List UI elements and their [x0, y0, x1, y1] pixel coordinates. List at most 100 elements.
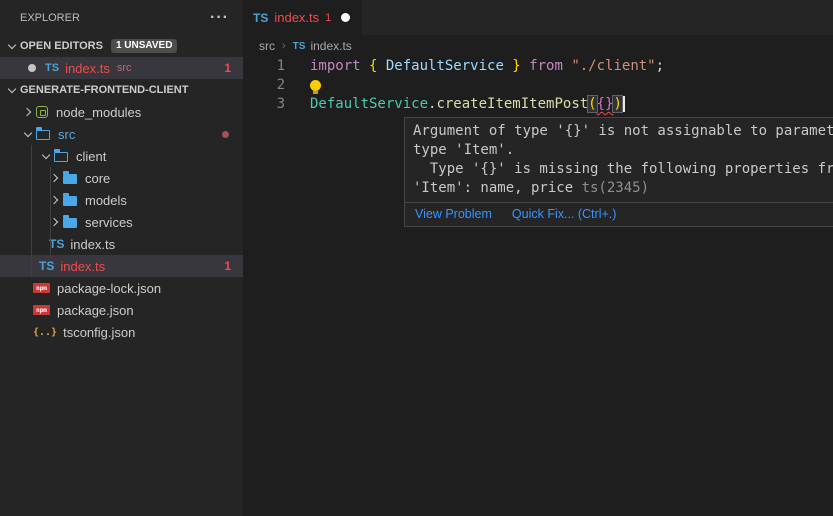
tab-error-count: 1: [325, 12, 331, 24]
tree-item-label: package-lock.json: [57, 281, 161, 296]
code-text: import { DefaultService } from "./client…: [285, 57, 664, 76]
open-editor-item-index-ts[interactable]: TS index.ts src 1: [0, 57, 243, 79]
chevron-down-icon: [4, 38, 20, 54]
tree-item-label: index.ts: [60, 259, 105, 274]
tree-item-tsconfig-json[interactable]: {..} tsconfig.json: [0, 321, 243, 343]
unsaved-badge: 1 UNSAVED: [111, 39, 178, 53]
tree-item-node-modules[interactable]: node_modules: [0, 101, 243, 123]
open-editors-section-header[interactable]: OPEN EDITORS 1 UNSAVED: [0, 35, 243, 57]
tree-item-label: node_modules: [56, 105, 141, 120]
token-class: DefaultService: [310, 96, 428, 112]
token-paren-matched: (: [588, 96, 596, 112]
tree-item-package-lock-json[interactable]: npm package-lock.json: [0, 277, 243, 299]
tree-item-label: src: [58, 127, 75, 142]
tree-item-client[interactable]: client: [0, 145, 243, 167]
code-line-2: 2: [243, 76, 833, 95]
open-editors-label: OPEN EDITORS: [20, 40, 103, 52]
indent-guide: [50, 167, 51, 255]
tab-index-ts[interactable]: TS index.ts 1: [243, 0, 362, 35]
token-error-argument: {}: [597, 96, 614, 112]
error-hover-popup: Argument of type '{}' is not assignable …: [404, 117, 833, 227]
text-cursor: [623, 96, 625, 112]
tree-item-client-index-ts[interactable]: TS index.ts: [0, 233, 243, 255]
line-number: 1: [243, 57, 285, 76]
token-keyword: import: [310, 58, 361, 74]
node-modules-folder-icon: [36, 106, 48, 118]
lightbulb-icon[interactable]: [310, 80, 321, 91]
typescript-file-icon: TS: [293, 41, 306, 52]
token-method: createItemItemPost: [436, 96, 588, 112]
typescript-file-icon: TS: [39, 259, 54, 273]
chevron-down-icon: [4, 82, 20, 98]
code-editor[interactable]: 1 import { DefaultService } from "./clie…: [243, 57, 833, 114]
more-actions-icon[interactable]: ···: [210, 13, 229, 23]
view-problem-link[interactable]: View Problem: [415, 207, 492, 221]
typescript-file-icon: TS: [45, 62, 59, 74]
tree-item-label: services: [85, 215, 133, 230]
explorer-title: EXPLORER: [20, 12, 80, 24]
token-paren-matched: ): [613, 96, 621, 112]
quick-fix-link[interactable]: Quick Fix... (Ctrl+.): [512, 207, 617, 221]
indent-guide: [31, 145, 32, 277]
workspace-section-header[interactable]: GENERATE-FRONTEND-CLIENT: [0, 79, 243, 101]
token-brace: {: [361, 58, 378, 74]
editor-area: TS index.ts 1 src › TS index.ts 1 import…: [243, 0, 833, 516]
error-count-badge: 1: [224, 259, 231, 273]
token-brace: }: [504, 58, 521, 74]
folder-icon: [63, 196, 77, 206]
breadcrumb: src › TS index.ts: [243, 35, 833, 57]
tree-item-label: core: [85, 171, 110, 186]
error-message-line: type 'Item'.: [413, 141, 833, 160]
code-text: DefaultService.createItemItemPost({}): [285, 95, 625, 114]
folder-icon: [63, 218, 77, 228]
vscode-window: EXPLORER ··· OPEN EDITORS 1 UNSAVED TS i…: [0, 0, 833, 516]
chevron-down-icon: [38, 148, 54, 164]
unsaved-dot-icon[interactable]: [341, 13, 350, 22]
tree-item-src[interactable]: src: [0, 123, 243, 145]
workspace-label: GENERATE-FRONTEND-CLIENT: [20, 84, 188, 96]
folder-icon: [63, 174, 77, 184]
npm-file-icon: npm: [33, 283, 50, 293]
chevron-right-icon: [20, 104, 36, 120]
tab-filename: index.ts: [274, 10, 319, 25]
breadcrumb-file[interactable]: index.ts: [310, 39, 351, 53]
npm-file-icon: npm: [33, 305, 50, 315]
tree-item-label: models: [85, 193, 127, 208]
tree-item-label: index.ts: [70, 237, 115, 252]
explorer-header: EXPLORER ···: [0, 0, 243, 35]
code-line-1: 1 import { DefaultService } from "./clie…: [243, 57, 833, 76]
breadcrumb-separator-icon: ›: [282, 40, 286, 52]
explorer-sidebar: EXPLORER ··· OPEN EDITORS 1 UNSAVED TS i…: [0, 0, 243, 516]
open-editor-filename: index.ts: [65, 61, 110, 76]
line-number: 2: [243, 76, 285, 95]
tree-item-label: tsconfig.json: [63, 325, 135, 340]
chevron-down-icon: [20, 126, 36, 142]
error-message-text: 'Item': name, price: [413, 180, 582, 196]
token-keyword: from: [521, 58, 563, 74]
token-identifier: DefaultService: [377, 58, 503, 74]
tree-item-src-index-ts[interactable]: TS index.ts 1: [0, 255, 243, 277]
breadcrumb-folder[interactable]: src: [259, 39, 275, 53]
folder-open-icon: [36, 130, 50, 140]
error-message: Argument of type '{}' is not assignable …: [405, 118, 833, 202]
tree-item-label: package.json: [57, 303, 134, 318]
error-dot-badge: [222, 131, 229, 138]
modified-dot-icon: [28, 64, 36, 72]
error-message-line: Argument of type '{}' is not assignable …: [413, 122, 833, 141]
hover-actions-bar: View Problem Quick Fix... (Ctrl+.): [405, 202, 833, 226]
tree-item-label: client: [76, 149, 106, 164]
code-line-3: 3 DefaultService.createItemItemPost({}): [243, 95, 833, 114]
tab-bar: TS index.ts 1: [243, 0, 833, 35]
tree-item-package-json[interactable]: npm package.json: [0, 299, 243, 321]
open-editor-folder-description: src: [117, 62, 132, 74]
tree-item-models[interactable]: models: [0, 189, 243, 211]
typescript-file-icon: TS: [49, 237, 64, 251]
error-code: ts(2345): [582, 180, 649, 196]
error-count-badge: 1: [224, 61, 231, 75]
token-string: "./client": [563, 58, 656, 74]
error-message-line: Type '{}' is missing the following prope…: [413, 160, 833, 179]
tree-item-services[interactable]: services: [0, 211, 243, 233]
token-punctuation: ;: [656, 58, 664, 74]
folder-open-icon: [54, 152, 68, 162]
tree-item-core[interactable]: core: [0, 167, 243, 189]
